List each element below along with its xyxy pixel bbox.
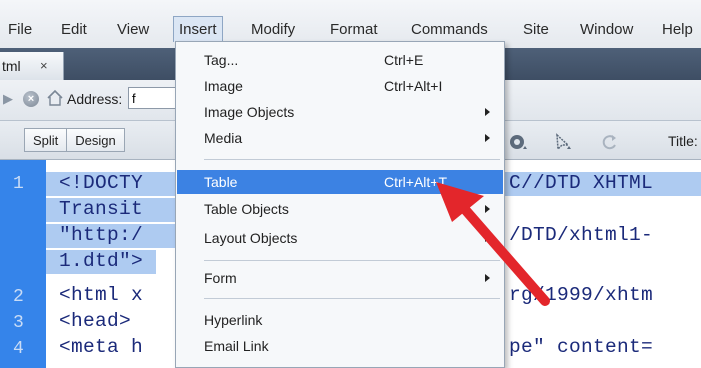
title-label: Title:	[668, 133, 698, 149]
close-tab-icon[interactable]: ×	[40, 52, 48, 80]
menu-file[interactable]: File	[8, 18, 32, 42]
submenu-arrow-icon	[485, 205, 490, 213]
design-button[interactable]: Design	[67, 128, 125, 152]
menu-item-label: Tag...	[204, 52, 239, 68]
forward-arrow-icon[interactable]: ▶	[3, 91, 13, 107]
menu-item-layout-objects[interactable]: Layout Objects	[177, 226, 503, 250]
menu-view[interactable]: View	[117, 18, 149, 42]
menu-insert[interactable]: Insert	[173, 16, 223, 42]
menu-format[interactable]: Format	[330, 18, 378, 42]
menu-item-image-objects[interactable]: Image Objects	[177, 100, 503, 124]
menu-item-table-objects[interactable]: Table Objects	[177, 197, 503, 221]
menu-item-label: Image	[204, 78, 243, 94]
code-line: <html x	[59, 284, 144, 306]
code-line: "http:/	[59, 224, 144, 246]
menu-item-tag[interactable]: Tag... Ctrl+E	[177, 48, 503, 72]
split-button[interactable]: Split	[24, 128, 68, 152]
menu-item-label: Hyperlink	[204, 312, 263, 328]
menu-item-label: Table Objects	[204, 201, 289, 217]
insert-menu: Tag... Ctrl+E Image Ctrl+Alt+I Image Obj…	[175, 41, 505, 368]
menu-item-form[interactable]: Form	[177, 266, 503, 290]
view-buttons: Split Design	[24, 128, 125, 152]
code-line: <!DOCTY	[59, 172, 144, 194]
line-number: 3	[13, 313, 24, 333]
menu-item-shortcut: Ctrl+Alt+I	[384, 78, 443, 94]
home-icon[interactable]	[46, 89, 64, 107]
menu-item-label: Image Objects	[204, 104, 295, 120]
line-number: 2	[13, 287, 24, 307]
menu-commands[interactable]: Commands	[411, 18, 488, 42]
submenu-arrow-icon	[485, 134, 490, 142]
menu-item-label: Media	[204, 130, 243, 146]
submenu-arrow-icon	[485, 274, 490, 282]
menu-item-label: Table	[204, 174, 238, 190]
menu-item-shortcut: Ctrl+Alt+T	[384, 174, 448, 190]
code-line: Transit	[59, 198, 144, 220]
menu-item-shortcut: Ctrl+E	[384, 52, 424, 68]
menu-item-media[interactable]: Media	[177, 126, 503, 150]
code-line: <meta h	[59, 336, 144, 358]
stop-icon[interactable]: ×	[23, 91, 39, 107]
document-tab[interactable]: tml ×	[0, 52, 64, 80]
menu-edit[interactable]: Edit	[61, 18, 87, 42]
document-tab-label: tml	[2, 58, 21, 74]
menu-item-label: Email Link	[204, 338, 269, 354]
menu-item-label: Layout Objects	[204, 230, 298, 246]
menu-separator	[204, 260, 500, 261]
code-line: C//DTD XHTML	[509, 172, 654, 194]
code-line: /DTD/xhtml1-	[509, 224, 654, 246]
menu-window[interactable]: Window	[580, 18, 633, 42]
code-line: <head>	[59, 310, 132, 332]
menu-site[interactable]: Site	[523, 18, 549, 42]
refresh-icon[interactable]	[600, 133, 620, 151]
line-number: 4	[13, 339, 24, 359]
menu-item-named-anchor[interactable]: Named Anchor Ctrl+Alt+A	[177, 360, 503, 367]
browser-preview-icon[interactable]	[509, 133, 529, 151]
code-line: rg/1999/xhtm	[509, 284, 654, 306]
visual-aids-icon[interactable]	[553, 133, 573, 151]
menu-item-email-link[interactable]: Email Link	[177, 334, 503, 358]
code-line: pe" content=	[509, 336, 654, 358]
address-label: Address:	[67, 91, 123, 107]
line-number: 1	[13, 174, 24, 194]
menu-item-label: Named Anchor	[204, 360, 297, 367]
menu-item-label: Form	[204, 270, 237, 286]
menu-help[interactable]: Help	[662, 18, 701, 42]
menu-item-image[interactable]: Image Ctrl+Alt+I	[177, 74, 503, 98]
submenu-arrow-icon	[485, 108, 490, 116]
menu-separator	[204, 298, 500, 299]
menu-item-shortcut: Ctrl+Alt+A	[384, 360, 448, 367]
menu-separator	[204, 159, 500, 160]
menu-modify[interactable]: Modify	[251, 18, 295, 42]
code-line: 1.dtd">	[59, 250, 144, 272]
submenu-arrow-icon	[485, 234, 490, 242]
menu-item-table[interactable]: Table Ctrl+Alt+T	[177, 170, 503, 194]
menu-item-hyperlink[interactable]: Hyperlink	[177, 308, 503, 332]
